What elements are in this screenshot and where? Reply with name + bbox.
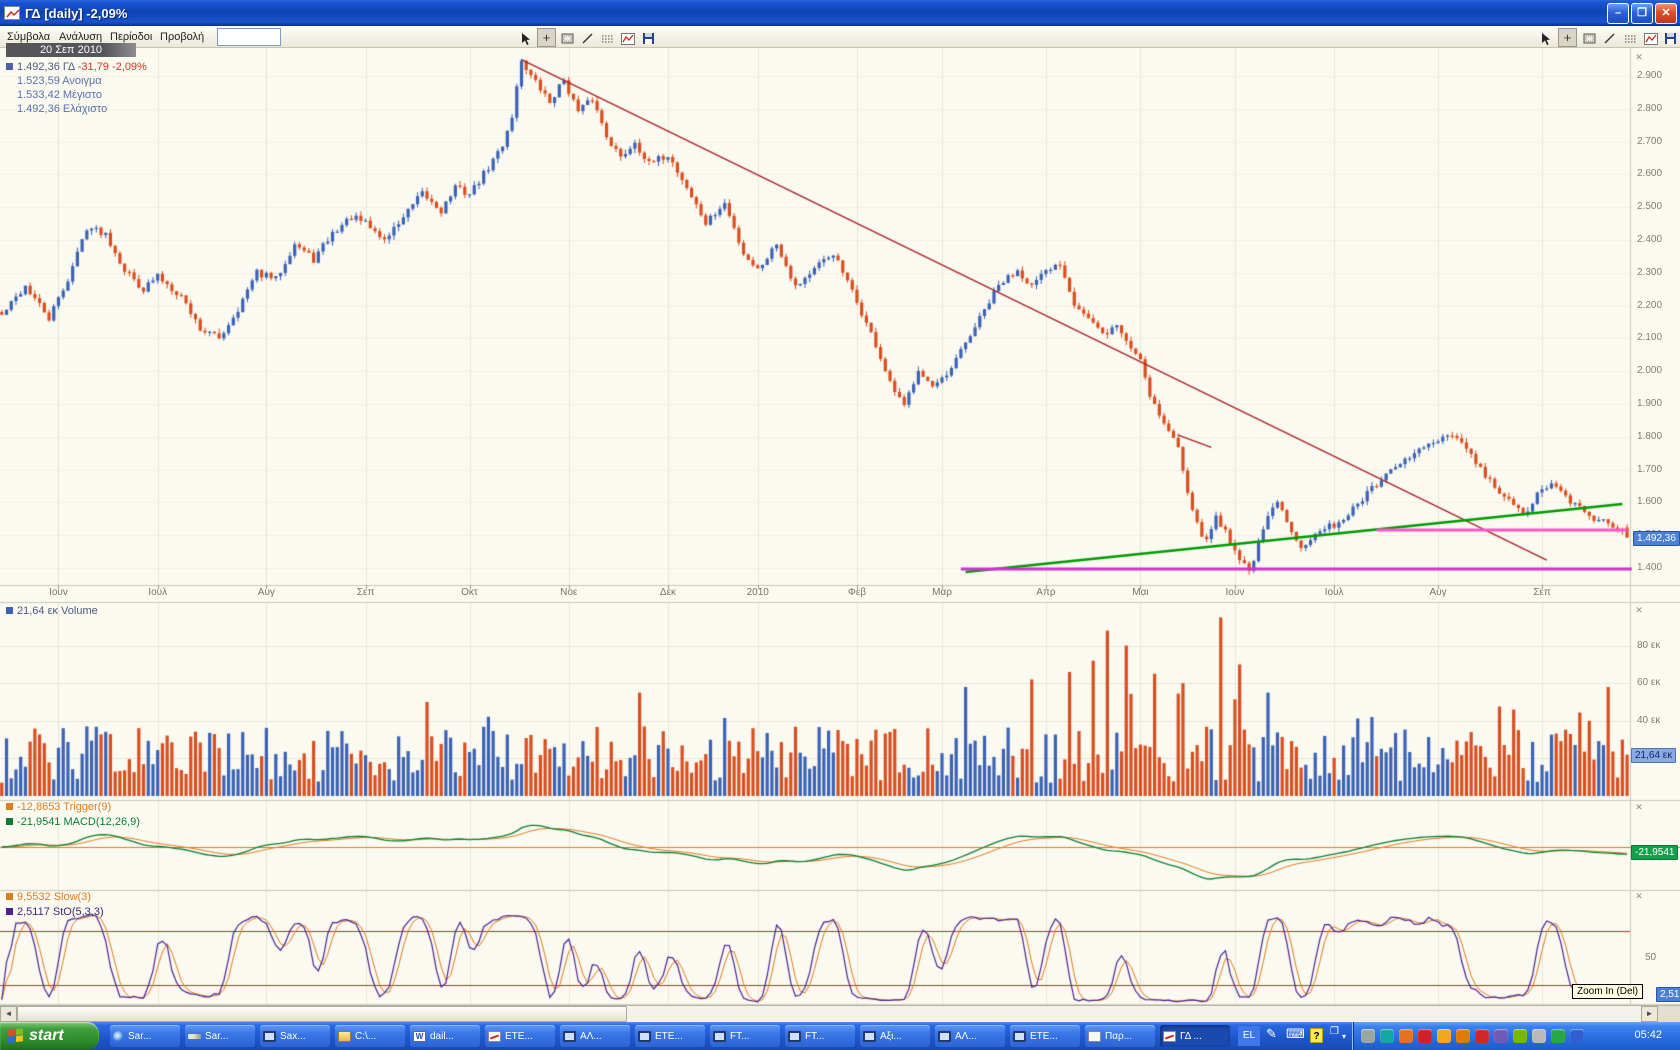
monitor-icon: [263, 1031, 276, 1042]
menu-view[interactable]: Προβολή: [156, 30, 208, 44]
language-bar-restore-icon[interactable]: ❐: [1330, 1026, 1339, 1037]
pointer-icon[interactable]: [516, 28, 535, 47]
tray-icon-5[interactable]: [1437, 1029, 1451, 1043]
save-icon[interactable]: [639, 28, 658, 47]
monitor-icon: [563, 1031, 576, 1042]
pen-icon[interactable]: ✎: [1266, 1026, 1277, 1042]
grid-icon[interactable]: [598, 28, 617, 47]
monitor-icon: [788, 1031, 801, 1042]
minimize-button[interactable]: –: [1607, 3, 1629, 24]
taskbar-button-παρ[interactable]: Παρ...: [1085, 1025, 1155, 1047]
scroll-left-arrow-icon[interactable]: ◄: [0, 1006, 17, 1022]
close-button[interactable]: ✕: [1655, 3, 1677, 24]
tray-icon-3[interactable]: [1399, 1029, 1413, 1043]
taskbar-button-γδ[interactable]: ΓΔ ...: [1160, 1025, 1230, 1047]
trendline-icon[interactable]: [1600, 28, 1619, 47]
horizontal-scrollbar[interactable]: ◄ ►: [0, 1005, 1680, 1022]
taskbar-button-ete[interactable]: ETE...: [1010, 1025, 1080, 1047]
monitor-icon: [938, 1031, 951, 1042]
tray-icon-9[interactable]: [1513, 1029, 1527, 1043]
taskbar-button-ete[interactable]: ETE...: [635, 1025, 705, 1047]
taskbar-button-sar[interactable]: Sar...: [110, 1025, 180, 1047]
menu-bar: Σύμβολα Ανάλυση Περίοδοι Προβολή + +: [0, 26, 1680, 48]
tray-icon-1[interactable]: [1361, 1029, 1375, 1043]
language-bar-options-icon[interactable]: ▾: [1342, 1032, 1346, 1041]
language-indicator[interactable]: EL: [1238, 1026, 1260, 1046]
crosshair-icon[interactable]: +: [1558, 28, 1577, 47]
taskbar: start Sar...Sar...Sax...C:\...Wdail...ET…: [0, 1022, 1680, 1050]
notepad-icon: [1088, 1031, 1101, 1042]
monitor-icon: [863, 1031, 876, 1042]
pointer-icon[interactable]: [1536, 28, 1555, 47]
menu-periods[interactable]: Περίοδοι: [106, 30, 156, 44]
application-window: ΓΔ [daily] -2,09% – ❐ ✕ Σύμβολα Ανάλυση …: [0, 0, 1680, 1050]
tray-icon-7[interactable]: [1475, 1029, 1489, 1043]
tray-icon-4[interactable]: [1418, 1029, 1432, 1043]
tray-icon-10[interactable]: [1532, 1029, 1546, 1043]
system-tray: 05:42: [1352, 1022, 1680, 1050]
taskbar-button-ete[interactable]: ETE...: [485, 1025, 555, 1047]
rectangle-icon[interactable]: [558, 28, 577, 47]
taskbar-button-dail[interactable]: Wdail...: [410, 1025, 480, 1047]
tray-icon-8[interactable]: [1494, 1029, 1508, 1043]
scroll-right-arrow-icon[interactable]: ►: [1641, 1006, 1658, 1022]
menu-symbols[interactable]: Σύμβολα: [3, 30, 54, 44]
tray-icon-6[interactable]: [1456, 1029, 1470, 1043]
rectangle-icon[interactable]: [1580, 28, 1599, 47]
taskbar-button-αλ[interactable]: ΑΛ...: [935, 1025, 1005, 1047]
taskbar-button-sar[interactable]: Sar...: [185, 1025, 255, 1047]
grid-icon[interactable]: [1621, 28, 1640, 47]
symbol-input[interactable]: [217, 28, 281, 46]
window-title: ΓΔ [daily] -2,09%: [25, 6, 127, 21]
taskbar-button-αξι[interactable]: Αξι...: [860, 1025, 930, 1047]
monitor-icon: [638, 1031, 651, 1042]
taskbar-button-ft[interactable]: FT...: [710, 1025, 780, 1047]
key-icon: [188, 1034, 201, 1039]
app-chart-icon: [4, 6, 20, 20]
keyboard-icon[interactable]: ⌨: [1286, 1026, 1305, 1042]
scrollbar-corner: [1658, 1006, 1680, 1022]
chart-canvas[interactable]: [0, 48, 1680, 1006]
tray-icon-2[interactable]: [1380, 1029, 1394, 1043]
chart-icon: [488, 1031, 501, 1042]
menu-analysis[interactable]: Ανάλυση: [55, 30, 106, 44]
crosshair-icon[interactable]: +: [537, 28, 556, 47]
title-bar[interactable]: ΓΔ [daily] -2,09% – ❐ ✕: [0, 0, 1680, 26]
folder-icon: [338, 1031, 351, 1042]
taskbar-button-ft[interactable]: FT...: [785, 1025, 855, 1047]
taskbar-button-c[interactable]: C:\...: [335, 1025, 405, 1047]
monitor-icon: [1013, 1031, 1026, 1042]
scrollbar-thumb[interactable]: [17, 1006, 627, 1022]
save-icon[interactable]: [1661, 28, 1680, 47]
document-icon: W: [413, 1031, 426, 1042]
start-button[interactable]: start: [0, 1022, 99, 1050]
restore-button[interactable]: ❐: [1631, 3, 1653, 24]
taskbar-clock[interactable]: 05:42: [1634, 1029, 1662, 1041]
trendline-icon[interactable]: [578, 28, 597, 47]
chart-icon: [1163, 1031, 1176, 1042]
taskbar-button-αλ[interactable]: ΑΛ...: [560, 1025, 630, 1047]
help-icon[interactable]: ?: [1310, 1028, 1323, 1043]
monitor-icon: [713, 1031, 726, 1042]
globe-icon: [113, 1031, 124, 1042]
windows-logo-icon: [8, 1028, 24, 1044]
chart-icon[interactable]: [1641, 28, 1660, 47]
chart-icon[interactable]: [618, 28, 637, 47]
tray-icon-12[interactable]: [1570, 1029, 1584, 1043]
taskbar-button-sax[interactable]: Sax...: [260, 1025, 330, 1047]
tray-icon-11[interactable]: [1551, 1029, 1565, 1043]
